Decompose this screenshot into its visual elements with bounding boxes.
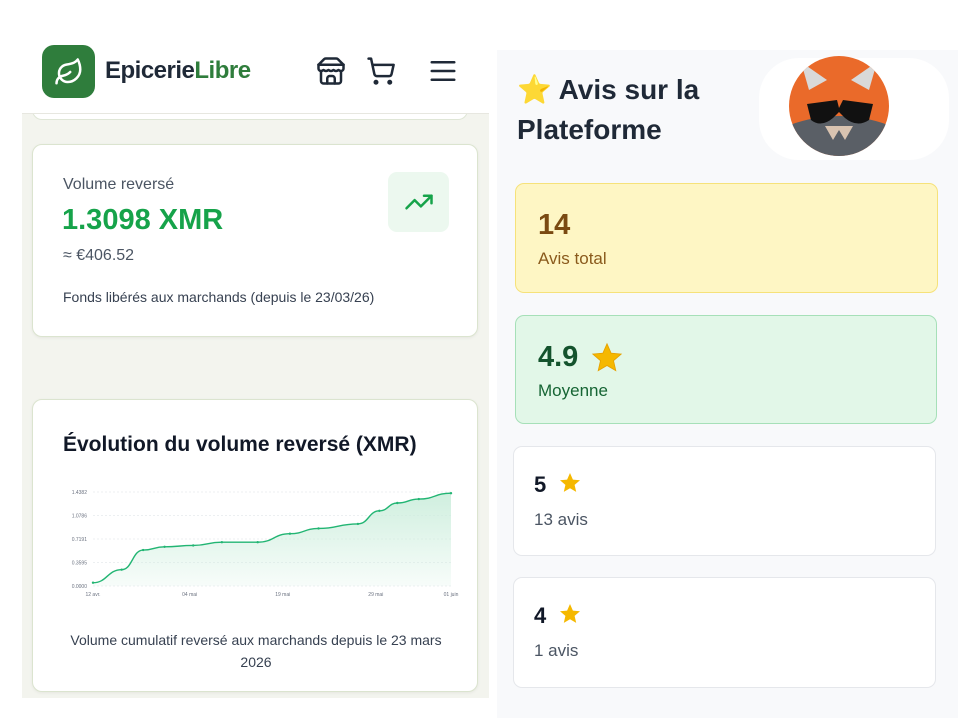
chart-x-tick-label: 29 mai [368, 592, 383, 598]
volume-area-chart: 1.4382 1.0786 0.7191 0.3595 0.0000 12 avr. 04 … [72, 490, 459, 598]
chart-data-point [417, 497, 420, 501]
platform-reviews-panel: ⭐ Avis sur la Plateforme 14 Avis total 4… [497, 50, 958, 718]
total-reviews-value: 14 [538, 209, 571, 241]
chart-data-point [449, 491, 453, 495]
brand-part-2: Libre [194, 57, 251, 84]
average-rating-card: 4.9 Moyenne [515, 315, 937, 424]
volume-label: Volume reversé [63, 176, 175, 193]
star-icon [560, 604, 580, 623]
volume-value: 1.3098 XMR [62, 204, 224, 236]
average-rating-row: 4.9 [538, 341, 624, 375]
trending-up-icon [404, 194, 433, 210]
average-rating-label: Moyenne [538, 381, 608, 400]
trend-badge [388, 172, 449, 232]
chart-y-tick-label: 1.4382 [72, 490, 88, 496]
chart-x-tick-label: 04 mai [182, 592, 197, 598]
volume-note: Fonds libérés aux marchands (depuis le 2… [63, 289, 375, 305]
chart-card: Évolution du volume reversé (XMR) 1.4382… [32, 399, 478, 692]
app-header: EpicerieLibre [22, 30, 489, 114]
reviews-title-line2: Plateforme [517, 114, 662, 145]
chart-data-point [396, 501, 399, 505]
leaf-icon [54, 57, 81, 84]
chart-note: Volume cumulatif reversé aux marchands d… [70, 632, 442, 670]
chart-data-point [288, 532, 292, 535]
rating-count: 1 avis [534, 641, 579, 660]
rating-breakdown-row: 4 1 avis [513, 577, 936, 688]
chart-data-point [120, 568, 123, 571]
chart-data-point [192, 544, 195, 547]
volume-card: Volume reversé 1.3098 XMR ≈ €406.52 Fond… [32, 144, 478, 337]
total-reviews-label: Avis total [538, 249, 607, 268]
rating-stars-value: 4 [534, 603, 547, 628]
chart-data-point [163, 545, 166, 548]
brand-part-1: Epicerie [105, 57, 195, 84]
chart-y-tick-label: 1.0786 [72, 514, 88, 520]
reviews-title-line1: Avis sur la [558, 74, 700, 105]
menu-icon[interactable] [428, 56, 458, 86]
chart-data-point [91, 581, 95, 584]
user-avatar[interactable] [787, 54, 891, 158]
rating-count: 13 avis [534, 510, 588, 529]
total-reviews-card: 14 Avis total [515, 183, 938, 293]
chart-data-point [141, 548, 145, 552]
chart-y-tick-label: 0.0000 [72, 584, 88, 590]
chart-title: Évolution du volume reversé (XMR) [63, 433, 417, 456]
chart-x-tick-label: 12 avr. [85, 592, 100, 598]
chart-data-point [317, 527, 320, 530]
chart-data-point [256, 541, 259, 544]
chart-y-tick-label: 0.3595 [72, 561, 88, 567]
chart-x-tick-label: 19 mai [275, 592, 290, 598]
store-icon[interactable] [316, 56, 346, 86]
cart-icon[interactable] [366, 56, 396, 86]
star-emoji-icon: ⭐ [517, 74, 552, 105]
reviews-title: ⭐ Avis sur la Plateforme [517, 70, 699, 150]
volume-eur: ≈ €406.52 [63, 247, 135, 264]
star-icon [592, 343, 623, 372]
chart-x-tick-label: 01 juin [444, 592, 459, 598]
merchant-dashboard-panel: EpicerieLibre Volume reversé 1.3098 XMR … [22, 30, 489, 698]
average-rating-value: 4.9 [538, 341, 579, 373]
brand-name[interactable]: EpicerieLibre [105, 57, 251, 85]
rating-stars-value: 5 [534, 472, 547, 497]
logo[interactable] [42, 45, 95, 98]
chart-data-point [220, 541, 224, 544]
chart-data-point [378, 509, 381, 513]
chart-y-tick-label: 0.7191 [72, 537, 88, 543]
rating-breakdown-row: 5 13 avis [513, 446, 936, 556]
star-icon [560, 473, 580, 492]
chart-data-point [356, 522, 360, 526]
